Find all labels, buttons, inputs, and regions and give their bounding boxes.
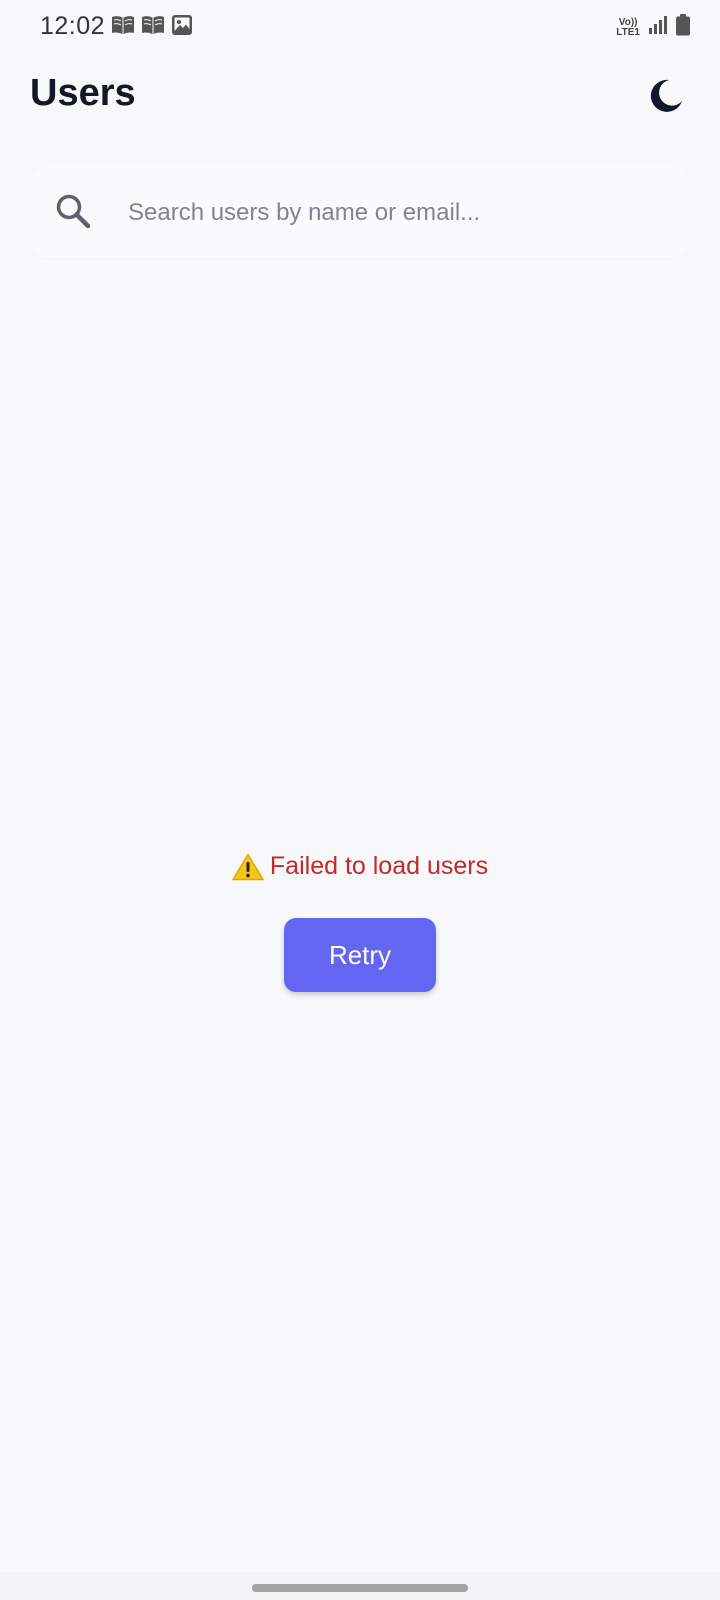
retry-button[interactable]: Retry <box>284 918 436 992</box>
battery-icon <box>676 14 690 41</box>
error-state: Failed to load users <box>0 852 720 886</box>
status-time: 12:02 <box>40 12 106 40</box>
volte-indicator: Vo)) LTE1 <box>616 16 640 38</box>
warning-icon <box>232 853 264 881</box>
error-message-line: Failed to load users <box>232 852 488 881</box>
page-title: Users <box>30 72 136 114</box>
home-gesture-bar[interactable] <box>252 1584 468 1592</box>
signal-icon <box>648 15 668 40</box>
status-notification-icons <box>111 14 193 41</box>
book-icon <box>141 14 165 41</box>
volte-label: Vo)) <box>618 16 638 28</box>
moon-icon <box>647 77 685 120</box>
status-system-icons: Vo)) LTE1 <box>616 14 690 41</box>
status-bar: 12:02 Vo)) LTE1 <box>0 0 720 52</box>
error-message: Failed to load users <box>269 852 489 880</box>
book-icon <box>111 14 135 41</box>
theme-toggle-button[interactable] <box>646 78 686 118</box>
image-icon <box>171 14 193 41</box>
lte-label: LTE1 <box>616 26 640 38</box>
search-input[interactable] <box>126 186 660 240</box>
search-bar[interactable] <box>30 166 690 258</box>
search-icon <box>54 192 94 232</box>
